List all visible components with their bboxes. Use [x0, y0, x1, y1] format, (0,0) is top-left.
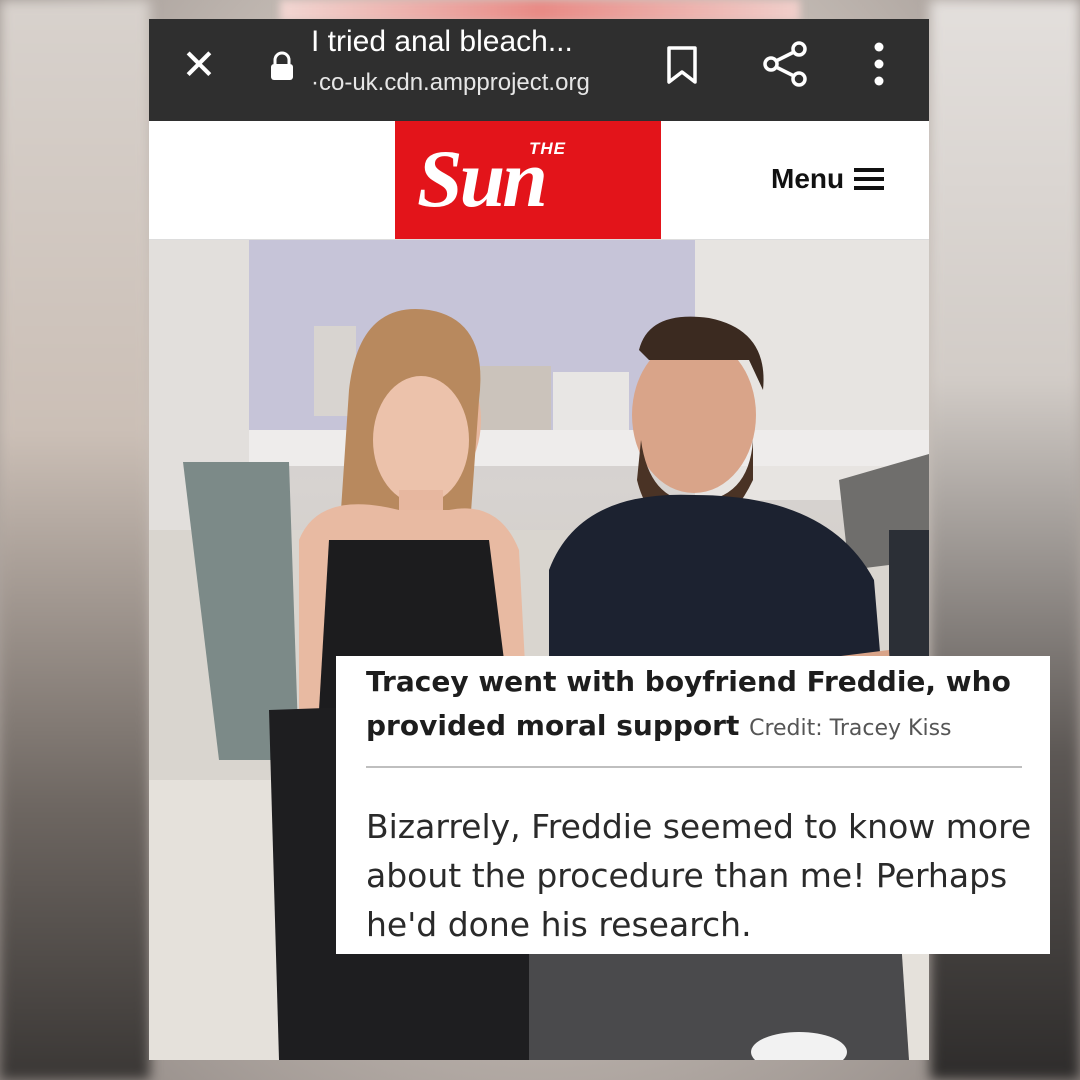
menu-button[interactable]: Menu: [771, 159, 885, 199]
hamburger-icon: [854, 168, 885, 190]
site-header: THE Sun Menu: [149, 121, 929, 240]
article-paragraph: Bizarrely, Freddie seemed to know more a…: [366, 807, 1032, 944]
photo-caption: Tracey went with boyfriend Freddie, who …: [366, 660, 1026, 751]
share-icon[interactable]: [761, 39, 811, 89]
lock-icon: [271, 51, 293, 80]
background-blur-left: [0, 0, 150, 1080]
menu-label: Menu: [771, 163, 845, 194]
close-button[interactable]: ✕: [177, 43, 221, 87]
page-domain[interactable]: ·co-uk.cdn.ampproject.org: [311, 69, 590, 97]
page-title[interactable]: I tried anal bleach...: [311, 25, 573, 59]
caption-overlay: Tracey went with boyfriend Freddie, who …: [336, 656, 1050, 954]
photo-credit: Credit: Tracey Kiss: [749, 716, 952, 741]
the-sun-logo[interactable]: THE Sun: [395, 121, 661, 239]
bookmark-icon[interactable]: [665, 45, 699, 85]
logo-sun: Sun: [417, 133, 548, 224]
more-vert-icon[interactable]: [861, 37, 897, 91]
divider: [366, 766, 1022, 768]
browser-toolbar: ✕ I tried anal bleach... ·co-uk.cdn.ampp…: [149, 19, 929, 121]
